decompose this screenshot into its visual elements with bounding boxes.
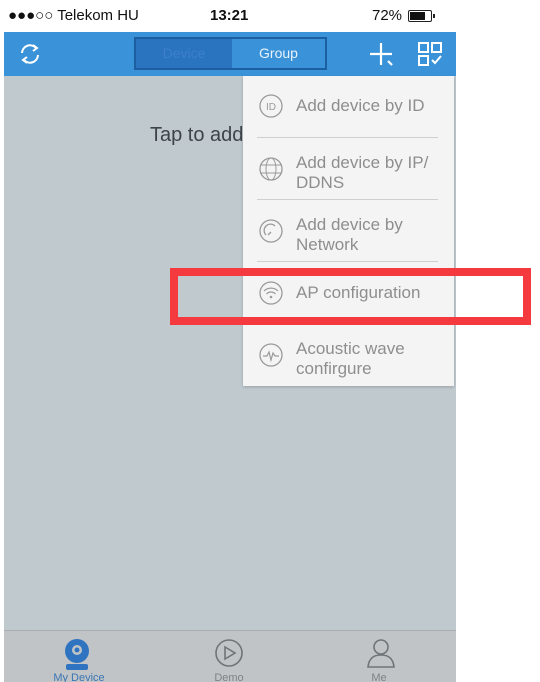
tab-label: Me [371,672,387,682]
refresh-icon[interactable] [16,40,44,68]
svg-text:ID: ID [266,102,276,113]
menu-item-add-by-id[interactable]: ID Add device by ID [243,76,454,138]
menu-item-label: Add device by ID [296,96,425,115]
phone-screen: ●●●○○ Telekom HU 13:21 72% Device Group [4,0,456,682]
segment-device[interactable]: Device [136,39,232,68]
device-group-segmented-control: Device Group [134,37,327,70]
camera-icon [65,639,89,670]
tab-me[interactable]: Me [304,631,454,682]
status-bar: ●●●○○ Telekom HU 13:21 72% [4,0,456,32]
tab-label: My Device [53,672,105,682]
tab-label: Demo [214,672,244,682]
bottom-tab-bar: My Device Demo Me [4,630,456,682]
highlight-annotation-box [170,268,531,325]
top-nav-bar: Device Group [4,32,456,76]
menu-item-acoustic-wave[interactable]: Acoustic wave confirgure [243,324,454,386]
battery-percent: 72% [372,7,403,24]
clock: 13:21 [210,7,249,24]
menu-item-label: Add device by Network [296,215,403,254]
battery-icon [408,10,435,22]
globe-icon [259,157,283,181]
empty-state-text[interactable]: Tap to add [150,124,243,147]
add-device-dropdown-menu: ID Add device by ID Add device by IP/ DD… [243,76,454,386]
carrier-label: ●●●○○ Telekom HU [8,7,139,24]
menu-item-add-by-ip[interactable]: Add device by IP/ DDNS [243,138,454,200]
play-icon [215,639,243,667]
menu-item-label: Add device by IP/ DDNS [296,153,429,192]
tab-demo[interactable]: Demo [154,631,304,682]
id-icon: ID [259,94,283,118]
segment-group[interactable]: Group [232,39,325,68]
menu-item-label: Acoustic wave confirgure [296,339,405,378]
sound-wave-icon [259,343,283,367]
menu-item-add-by-network[interactable]: Add device by Network [243,200,454,262]
add-plus-icon[interactable] [368,41,394,67]
network-icon [259,219,283,243]
multi-select-icon[interactable] [416,40,444,68]
tab-my-device[interactable]: My Device [4,631,154,682]
user-icon [367,639,395,668]
